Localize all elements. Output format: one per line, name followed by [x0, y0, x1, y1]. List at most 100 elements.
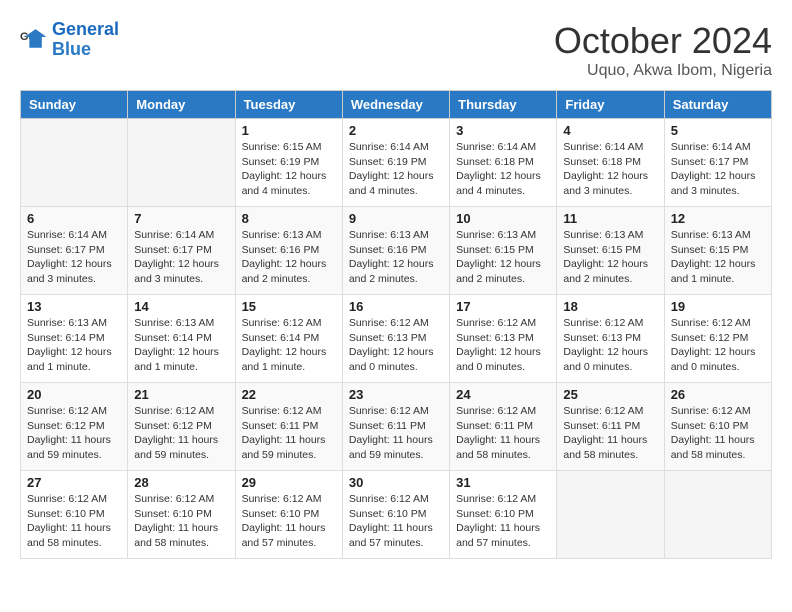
calendar-cell: 19 Sunrise: 6:12 AM Sunset: 6:12 PM Dayli…	[664, 295, 771, 383]
day-number: 19	[671, 299, 765, 314]
calendar-cell: 2 Sunrise: 6:14 AM Sunset: 6:19 PM Daylig…	[342, 119, 449, 207]
day-number: 4	[563, 123, 657, 138]
calendar-cell: 26Sunrise: 6:12 AM Sunset: 6:10 PM Dayli…	[664, 383, 771, 471]
calendar-cell: 22Sunrise: 6:12 AM Sunset: 6:11 PM Dayli…	[235, 383, 342, 471]
day-info: Sunrise: 6:14 AM Sunset: 6:18 PM Dayligh…	[456, 140, 550, 199]
day-number: 7	[134, 211, 228, 226]
day-number: 30	[349, 475, 443, 490]
page-header: Gen General Blue October 2024 Uquo, Akwa…	[20, 20, 772, 80]
day-info: Sunrise: 6:12 AM Sunset: 6:10 PM Dayligh…	[27, 492, 121, 551]
day-number: 8	[242, 211, 336, 226]
day-number: 6	[27, 211, 121, 226]
logo-icon: Gen	[20, 26, 48, 54]
day-info: Sunrise: 6:14 AM Sunset: 6:17 PM Dayligh…	[134, 228, 228, 287]
header-tuesday: Tuesday	[235, 91, 342, 119]
calendar-cell: 28Sunrise: 6:12 AM Sunset: 6:10 PM Dayli…	[128, 471, 235, 559]
calendar-cell: 16Sunrise: 6:12 AM Sunset: 6:13 PM Dayli…	[342, 295, 449, 383]
calendar-cell: 4 Sunrise: 6:14 AM Sunset: 6:18 PM Daylig…	[557, 119, 664, 207]
day-number: 11	[563, 211, 657, 226]
calendar-week-row: 13 Sunrise: 6:13 AM Sunset: 6:14 PM Dayli…	[21, 295, 772, 383]
calendar-cell: 29 Sunrise: 6:12 AM Sunset: 6:10 PM Dayli…	[235, 471, 342, 559]
location: Uquo, Akwa Ibom, Nigeria	[554, 62, 772, 80]
calendar-cell	[664, 471, 771, 559]
header-sunday: Sunday	[21, 91, 128, 119]
calendar-cell	[21, 119, 128, 207]
header-thursday: Thursday	[450, 91, 557, 119]
logo-text: General Blue	[52, 20, 119, 60]
calendar-cell: 21 Sunrise: 6:12 AM Sunset: 6:12 PM Dayli…	[128, 383, 235, 471]
calendar-cell: 7 Sunrise: 6:14 AM Sunset: 6:17 PM Daylig…	[128, 207, 235, 295]
calendar-cell: 1 Sunrise: 6:15 AM Sunset: 6:19 PM Daylig…	[235, 119, 342, 207]
calendar-cell: 25 Sunrise: 6:12 AM Sunset: 6:11 PM Dayli…	[557, 383, 664, 471]
day-info: Sunrise: 6:12 AM Sunset: 6:14 PM Dayligh…	[242, 316, 336, 375]
calendar-table: SundayMondayTuesdayWednesdayThursdayFrid…	[20, 90, 772, 559]
day-number: 1	[242, 123, 336, 138]
day-info: Sunrise: 6:14 AM Sunset: 6:19 PM Dayligh…	[349, 140, 443, 199]
day-info: Sunrise: 6:13 AM Sunset: 6:15 PM Dayligh…	[456, 228, 550, 287]
header-monday: Monday	[128, 91, 235, 119]
day-info: Sunrise: 6:12 AM Sunset: 6:12 PM Dayligh…	[27, 404, 121, 463]
day-info: Sunrise: 6:12 AM Sunset: 6:11 PM Dayligh…	[563, 404, 657, 463]
day-number: 29	[242, 475, 336, 490]
day-info: Sunrise: 6:14 AM Sunset: 6:18 PM Dayligh…	[563, 140, 657, 199]
day-info: Sunrise: 6:12 AM Sunset: 6:10 PM Dayligh…	[242, 492, 336, 551]
day-number: 17	[456, 299, 550, 314]
day-number: 3	[456, 123, 550, 138]
calendar-cell: 14 Sunrise: 6:13 AM Sunset: 6:14 PM Dayli…	[128, 295, 235, 383]
day-number: 15	[242, 299, 336, 314]
day-info: Sunrise: 6:14 AM Sunset: 6:17 PM Dayligh…	[27, 228, 121, 287]
day-number: 5	[671, 123, 765, 138]
calendar-cell: 30 Sunrise: 6:12 AM Sunset: 6:10 PM Dayli…	[342, 471, 449, 559]
calendar-week-row: 6 Sunrise: 6:14 AM Sunset: 6:17 PM Daylig…	[21, 207, 772, 295]
day-number: 21	[134, 387, 228, 402]
calendar-cell: 15 Sunrise: 6:12 AM Sunset: 6:14 PM Dayli…	[235, 295, 342, 383]
day-number: 23	[349, 387, 443, 402]
header-wednesday: Wednesday	[342, 91, 449, 119]
calendar-cell: 24 Sunrise: 6:12 AM Sunset: 6:11 PM Dayli…	[450, 383, 557, 471]
calendar-week-row: 1 Sunrise: 6:15 AM Sunset: 6:19 PM Daylig…	[21, 119, 772, 207]
day-number: 13	[27, 299, 121, 314]
day-info: Sunrise: 6:12 AM Sunset: 6:11 PM Dayligh…	[242, 404, 336, 463]
calendar-week-row: 20 Sunrise: 6:12 AM Sunset: 6:12 PM Dayli…	[21, 383, 772, 471]
calendar-cell	[557, 471, 664, 559]
day-info: Sunrise: 6:12 AM Sunset: 6:13 PM Dayligh…	[456, 316, 550, 375]
calendar-cell: 31 Sunrise: 6:12 AM Sunset: 6:10 PM Dayli…	[450, 471, 557, 559]
day-number: 20	[27, 387, 121, 402]
day-number: 26	[671, 387, 765, 402]
calendar-cell: 6 Sunrise: 6:14 AM Sunset: 6:17 PM Daylig…	[21, 207, 128, 295]
calendar-cell: 12 Sunrise: 6:13 AM Sunset: 6:15 PM Dayli…	[664, 207, 771, 295]
header-saturday: Saturday	[664, 91, 771, 119]
day-number: 25	[563, 387, 657, 402]
day-info: Sunrise: 6:12 AM Sunset: 6:10 PM Dayligh…	[456, 492, 550, 551]
day-info: Sunrise: 6:12 AM Sunset: 6:13 PM Dayligh…	[563, 316, 657, 375]
calendar-cell	[128, 119, 235, 207]
day-info: Sunrise: 6:12 AM Sunset: 6:10 PM Dayligh…	[134, 492, 228, 551]
calendar-cell: 18 Sunrise: 6:12 AM Sunset: 6:13 PM Dayli…	[557, 295, 664, 383]
calendar-cell: 23 Sunrise: 6:12 AM Sunset: 6:11 PM Dayli…	[342, 383, 449, 471]
day-info: Sunrise: 6:12 AM Sunset: 6:13 PM Dayligh…	[349, 316, 443, 375]
day-number: 12	[671, 211, 765, 226]
day-number: 31	[456, 475, 550, 490]
day-number: 9	[349, 211, 443, 226]
day-info: Sunrise: 6:12 AM Sunset: 6:11 PM Dayligh…	[456, 404, 550, 463]
day-number: 27	[27, 475, 121, 490]
day-info: Sunrise: 6:12 AM Sunset: 6:11 PM Dayligh…	[349, 404, 443, 463]
day-info: Sunrise: 6:12 AM Sunset: 6:12 PM Dayligh…	[671, 316, 765, 375]
day-info: Sunrise: 6:12 AM Sunset: 6:12 PM Dayligh…	[134, 404, 228, 463]
day-info: Sunrise: 6:13 AM Sunset: 6:15 PM Dayligh…	[563, 228, 657, 287]
day-number: 24	[456, 387, 550, 402]
day-info: Sunrise: 6:12 AM Sunset: 6:10 PM Dayligh…	[349, 492, 443, 551]
day-info: Sunrise: 6:14 AM Sunset: 6:17 PM Dayligh…	[671, 140, 765, 199]
calendar-cell: 11 Sunrise: 6:13 AM Sunset: 6:15 PM Dayli…	[557, 207, 664, 295]
day-number: 2	[349, 123, 443, 138]
calendar-cell: 10Sunrise: 6:13 AM Sunset: 6:15 PM Dayli…	[450, 207, 557, 295]
month-title: October 2024	[554, 20, 772, 62]
calendar-week-row: 27 Sunrise: 6:12 AM Sunset: 6:10 PM Dayli…	[21, 471, 772, 559]
day-info: Sunrise: 6:13 AM Sunset: 6:14 PM Dayligh…	[134, 316, 228, 375]
day-number: 14	[134, 299, 228, 314]
day-info: Sunrise: 6:13 AM Sunset: 6:15 PM Dayligh…	[671, 228, 765, 287]
day-info: Sunrise: 6:15 AM Sunset: 6:19 PM Dayligh…	[242, 140, 336, 199]
calendar-cell: 27 Sunrise: 6:12 AM Sunset: 6:10 PM Dayli…	[21, 471, 128, 559]
day-number: 18	[563, 299, 657, 314]
day-info: Sunrise: 6:13 AM Sunset: 6:16 PM Dayligh…	[242, 228, 336, 287]
